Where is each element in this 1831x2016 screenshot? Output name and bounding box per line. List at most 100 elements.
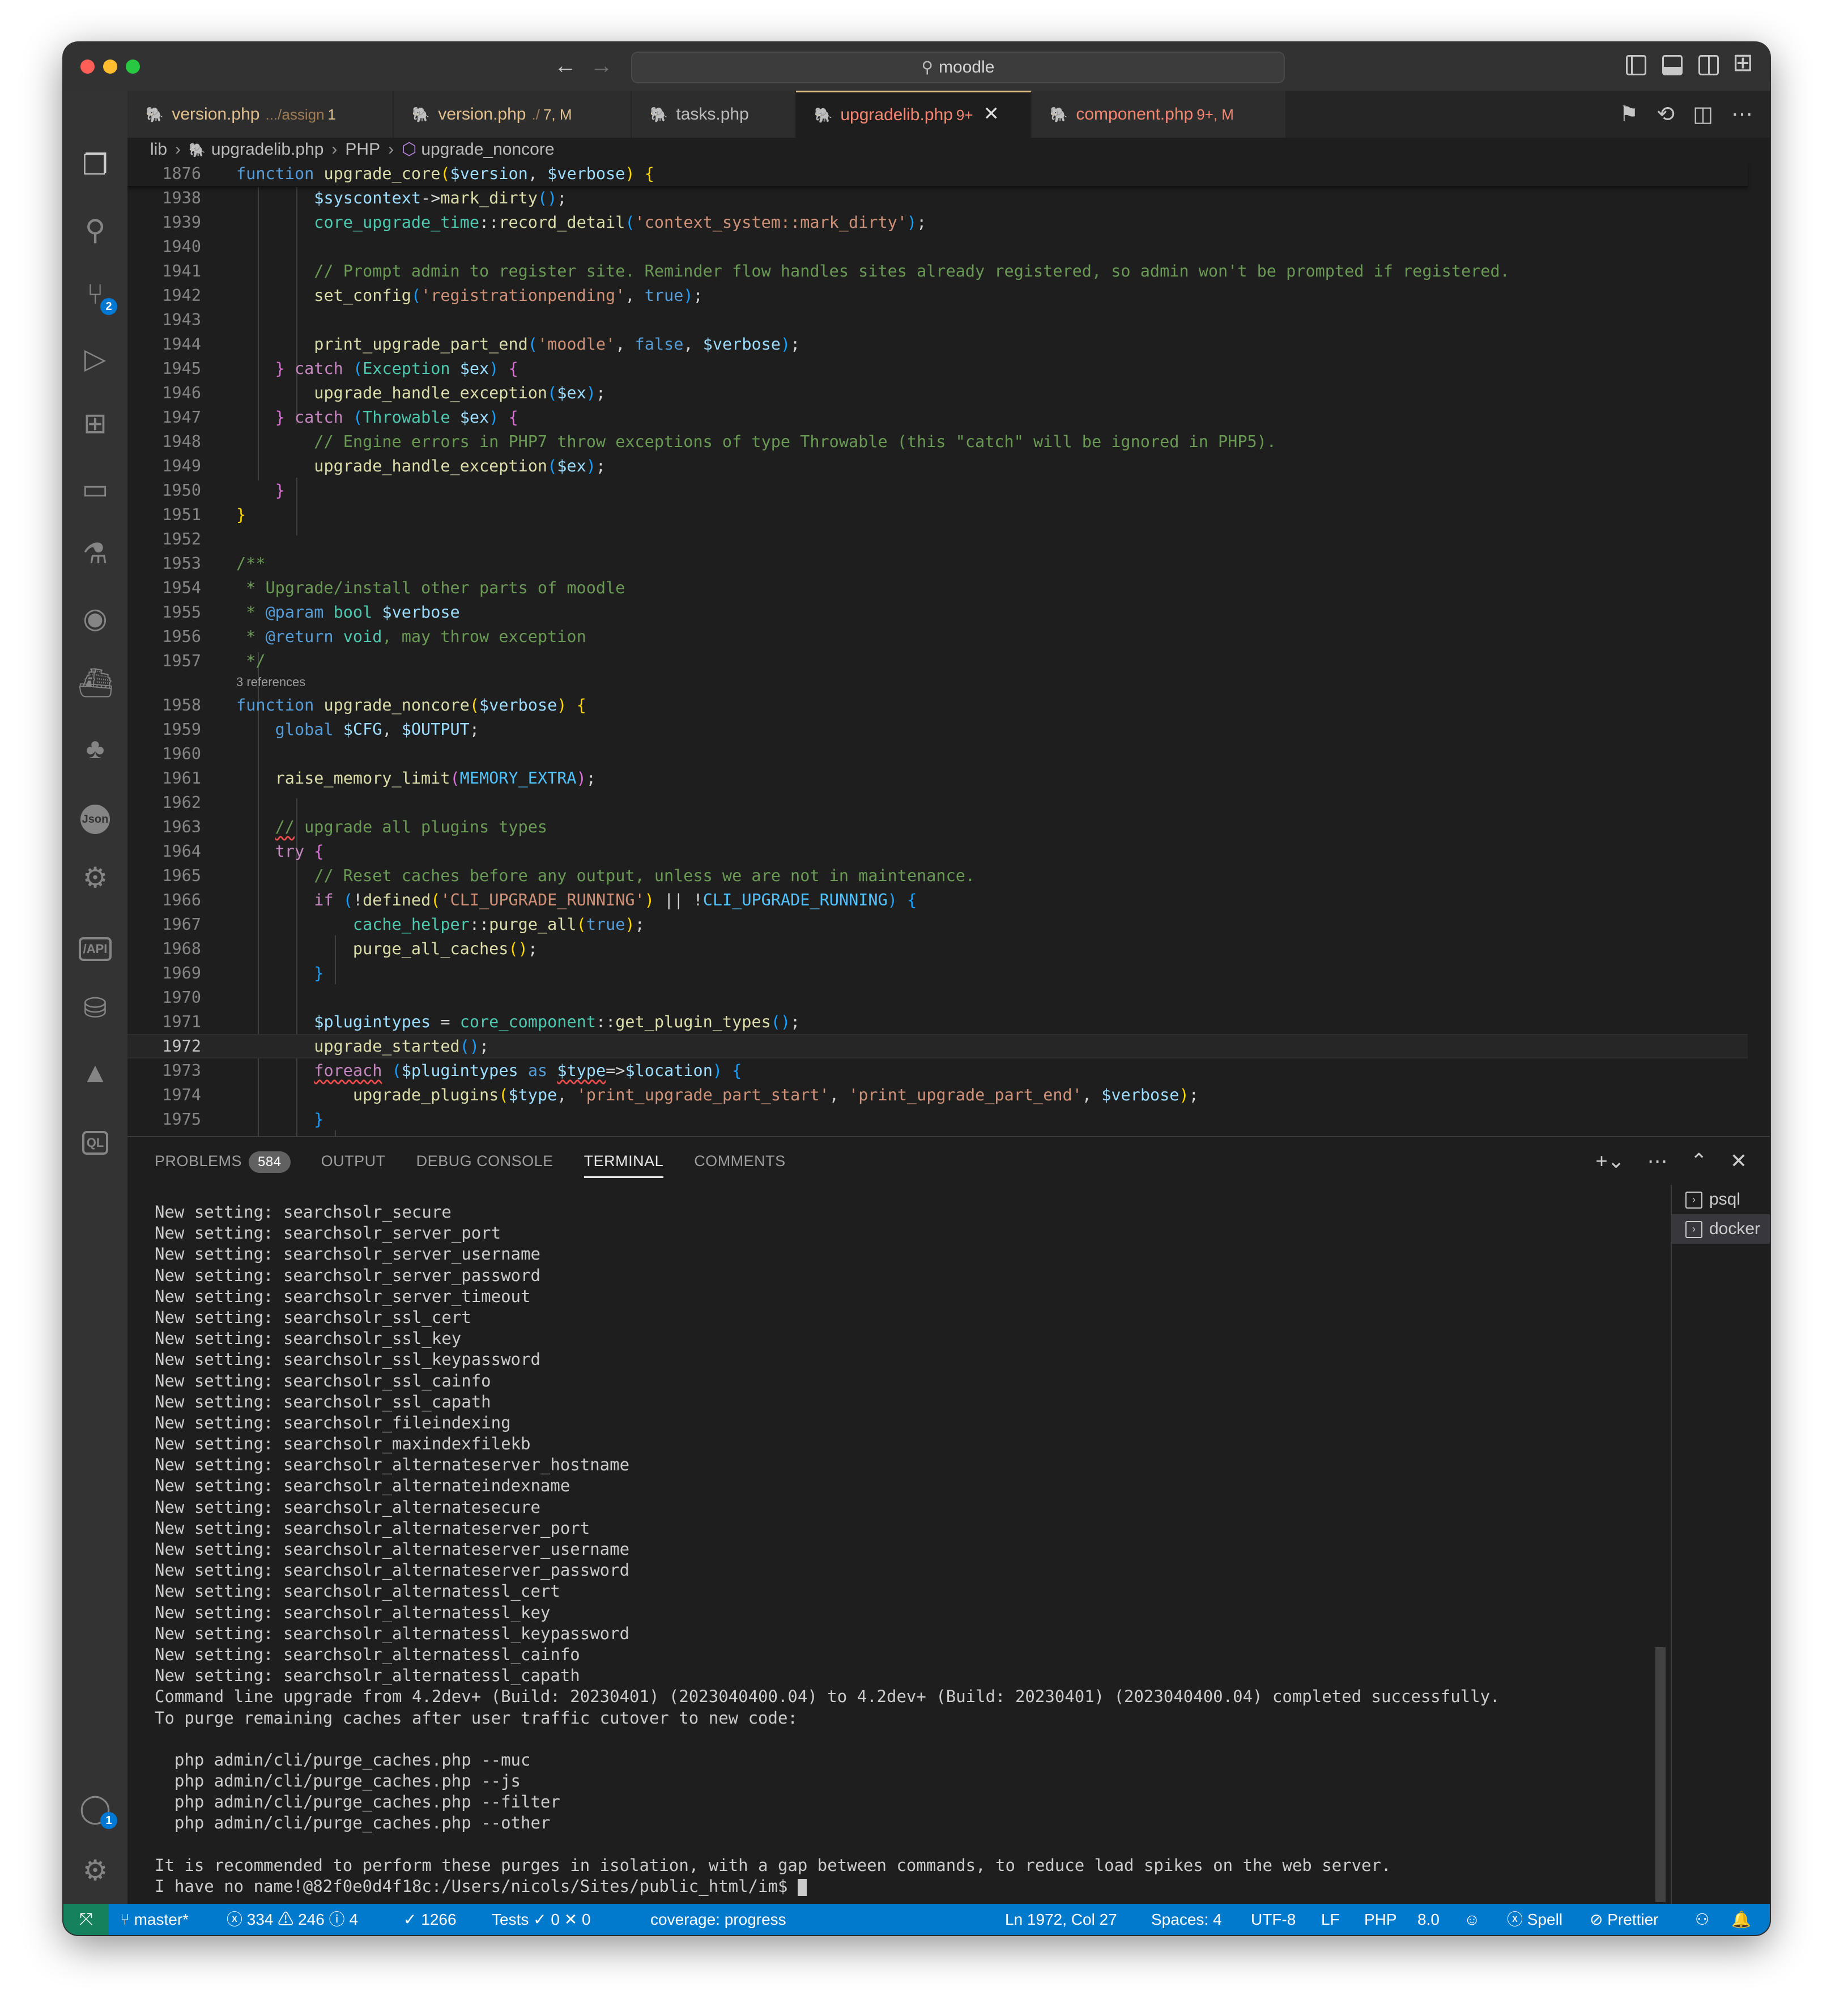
tab-output[interactable]: OUTPUT: [321, 1137, 386, 1185]
code-line[interactable]: 1954 * Upgrade/install other parts of mo…: [127, 576, 1748, 600]
end-of-line[interactable]: LF: [1321, 1904, 1340, 1935]
github-icon[interactable]: ◉: [78, 601, 113, 636]
code-line[interactable]: 1958 function upgrade_noncore($verbose) {: [127, 693, 1748, 717]
code-line[interactable]: 1943: [127, 308, 1748, 332]
code-line[interactable]: 1942 set_config('registrationpending', t…: [127, 283, 1748, 308]
close-window-button[interactable]: [80, 59, 95, 74]
code-line[interactable]: 1964 try {: [127, 839, 1748, 864]
code-editor[interactable]: 1876 function upgrade_core($version, $ver…: [127, 161, 1770, 1136]
branch-indicator[interactable]: ⑂ master*: [120, 1904, 189, 1935]
json-icon[interactable]: Json: [78, 796, 113, 834]
split-editor-icon[interactable]: ◫: [1693, 102, 1713, 127]
toggle-secondary-sidebar-icon[interactable]: [1698, 55, 1719, 75]
close-tab-icon[interactable]: ✕: [983, 103, 1000, 125]
code-line[interactable]: 1940: [127, 235, 1748, 259]
code-line[interactable]: 1973 foreach ($plugintypes as $type=>$lo…: [127, 1058, 1748, 1083]
terminal-scrollbar[interactable]: [1655, 1222, 1666, 1902]
tab-debug-console[interactable]: DEBUG CONSOLE: [416, 1137, 553, 1185]
code-line[interactable]: 1946 upgrade_handle_exception($ex);: [127, 381, 1748, 405]
prettier-indicator[interactable]: ⊘ Prettier: [1590, 1904, 1659, 1935]
code-line[interactable]: 1949 upgrade_handle_exception($ex);: [127, 454, 1748, 478]
checklist-icon[interactable]: ⚙: [78, 860, 113, 895]
language-mode[interactable]: PHP: [1364, 1904, 1397, 1935]
minimize-window-button[interactable]: [103, 59, 117, 74]
checks-indicator[interactable]: ✓ 1266: [403, 1904, 457, 1935]
code-line[interactable]: 1944 print_upgrade_part_end('moodle', fa…: [127, 332, 1748, 356]
settings-gear-icon[interactable]: ⚙: [78, 1853, 113, 1888]
code-line[interactable]: 1945 } catch (Exception $ex) {: [127, 356, 1748, 381]
remote-explorer-icon[interactable]: ▭: [78, 471, 113, 507]
code-line[interactable]: 1971 $plugintypes = core_component::get_…: [127, 1010, 1748, 1034]
remote-indicator-icon[interactable]: ⤧: [63, 1904, 109, 1935]
coverage-indicator[interactable]: coverage: progress: [650, 1904, 786, 1935]
maximize-panel-icon[interactable]: ⌃: [1691, 1149, 1707, 1173]
code-line[interactable]: 1955 * @param bool $verbose: [127, 600, 1748, 624]
breadcrumb-folder[interactable]: lib: [150, 140, 167, 159]
code-line[interactable]: 1952: [127, 527, 1748, 551]
cursor-position[interactable]: Ln 1972, Col 27: [1005, 1904, 1117, 1935]
code-line[interactable]: 1957 */: [127, 649, 1748, 673]
code-line[interactable]: 1960: [127, 742, 1748, 766]
code-line[interactable]: 1967 cache_helper::purge_all(true);: [127, 912, 1748, 937]
code-line[interactable]: 1941 // Prompt admin to register site. R…: [127, 259, 1748, 283]
code-line[interactable]: 1948 // Engine errors in PHP7 throw exce…: [127, 429, 1748, 454]
code-line[interactable]: 1938 $syscontext->mark_dirty();: [127, 186, 1748, 210]
code-line-current[interactable]: 1972 upgrade_started();: [127, 1034, 1748, 1058]
tab-comments[interactable]: COMMENTS: [694, 1137, 786, 1185]
code-line[interactable]: 1961 raise_memory_limit(MEMORY_EXTRA);: [127, 766, 1748, 790]
code-line[interactable]: 1959 global $CFG, $OUTPUT;: [127, 717, 1748, 742]
terminal-prompt-line[interactable]: I have no name!@82f0e0d4f18c:/Users/nico…: [155, 1876, 1599, 1897]
tab-problems[interactable]: PROBLEMS 584: [155, 1137, 291, 1185]
forward-arrow-icon[interactable]: →: [590, 53, 613, 79]
code-line[interactable]: 1970: [127, 985, 1748, 1010]
ql-icon[interactable]: QL: [78, 1120, 113, 1155]
accounts-icon[interactable]: ◯ 1: [78, 1790, 117, 1829]
testing-icon[interactable]: ⚗: [78, 536, 113, 571]
terminal-item-docker[interactable]: › docker: [1672, 1214, 1770, 1244]
breadcrumb-language[interactable]: PHP: [345, 140, 380, 159]
sticky-scroll-line[interactable]: 1876 function upgrade_core($version, $ver…: [127, 161, 1748, 187]
triangle-icon[interactable]: ▲: [78, 1055, 113, 1090]
run-code-icon[interactable]: ⚑: [1619, 102, 1638, 127]
code-line[interactable]: 1965 // Reset caches before any output, …: [127, 864, 1748, 888]
live-share-icon[interactable]: ⚇: [1695, 1904, 1709, 1935]
tab-version-root[interactable]: 🐘 version.php ./7, M: [394, 91, 632, 138]
toggle-panel-icon[interactable]: [1662, 55, 1683, 75]
code-line[interactable]: 1951}: [127, 503, 1748, 527]
spell-indicator[interactable]: ⓧ Spell: [1507, 1904, 1562, 1935]
tree-icon[interactable]: ♣: [78, 731, 113, 766]
terminal-output[interactable]: New setting: searchsolr_secure New settin…: [155, 1202, 1599, 1896]
notifications-bell-icon[interactable]: 🔔: [1731, 1904, 1751, 1935]
php-version[interactable]: 8.0: [1417, 1904, 1440, 1935]
terminal-item-psql[interactable]: › psql: [1672, 1185, 1770, 1214]
problems-indicator[interactable]: ⓧ 334 ⚠ 246 ⓘ 4: [227, 1904, 358, 1935]
customize-layout-icon[interactable]: [1732, 48, 1755, 77]
code-line[interactable]: 1962: [127, 790, 1748, 815]
code-line[interactable]: 1975 }: [127, 1107, 1748, 1132]
back-arrow-icon[interactable]: ←: [554, 53, 577, 79]
tab-terminal[interactable]: TERMINAL: [584, 1137, 664, 1185]
breadcrumb-file[interactable]: upgradelib.php: [211, 140, 324, 159]
breadcrumb-symbol[interactable]: upgrade_noncore: [421, 140, 554, 159]
code-line[interactable]: 1966 if (!defined('CLI_UPGRADE_RUNNING')…: [127, 888, 1748, 912]
code-line[interactable]: 1956 * @return void, may throw exception: [127, 624, 1748, 649]
source-control-icon[interactable]: ⑂ 2: [78, 277, 117, 315]
tab-upgradelib[interactable]: 🐘 upgradelib.php 9+ ✕: [796, 91, 1032, 138]
code-line[interactable]: 1947 } catch (Throwable $ex) {: [127, 405, 1748, 429]
run-debug-icon[interactable]: ▷: [78, 341, 113, 376]
command-center-search[interactable]: ⚲ moodle: [631, 52, 1285, 83]
code-line[interactable]: 1974 upgrade_plugins($type, 'print_upgra…: [127, 1083, 1748, 1107]
toggle-primary-sidebar-icon[interactable]: [1626, 55, 1646, 75]
code-line[interactable]: 1969 }: [127, 961, 1748, 985]
tests-indicator[interactable]: Tests ✓ 0 ✕ 0: [492, 1904, 591, 1935]
terminal-scroll-thumb[interactable]: [1655, 1647, 1666, 1902]
search-icon[interactable]: ⚲: [78, 212, 113, 248]
tab-tasks[interactable]: 🐘 tasks.php: [632, 91, 796, 138]
docker-icon[interactable]: ⛴: [78, 665, 113, 700]
copilot-icon[interactable]: ☺: [1464, 1904, 1480, 1935]
api-icon[interactable]: /API: [78, 926, 113, 961]
timeline-icon[interactable]: ⟲: [1657, 102, 1675, 127]
new-terminal-icon[interactable]: +⌄: [1595, 1149, 1624, 1173]
code-line[interactable]: 1950 }: [127, 478, 1748, 503]
code-line[interactable]: 1963 // upgrade all plugins types: [127, 815, 1748, 839]
